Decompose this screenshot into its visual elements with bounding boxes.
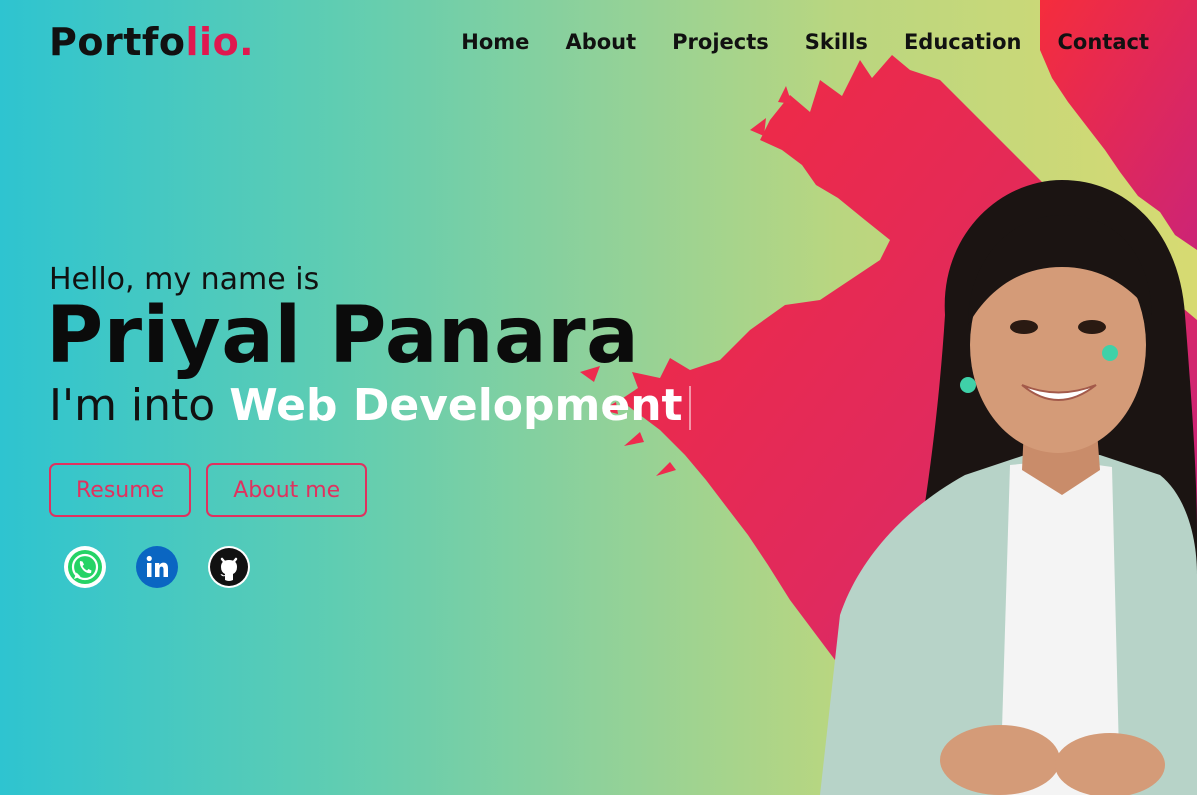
hero-section: Hello, my name is Priyal Panara I'm into… <box>46 262 691 589</box>
nav-about[interactable]: About <box>565 30 636 54</box>
nav-home[interactable]: Home <box>461 30 529 54</box>
brand-text: Portfo <box>49 20 186 64</box>
nav-menu: Home About Projects Skills Education Con… <box>461 30 1149 54</box>
nav-education[interactable]: Education <box>904 30 1022 54</box>
github-icon <box>208 546 250 589</box>
brand-text-accent: lio. <box>185 20 255 64</box>
tagline-prefix: I'm into <box>49 380 230 432</box>
brand-logo[interactable]: Portfolio. <box>49 20 254 64</box>
eye-right <box>1078 320 1106 334</box>
hero-tagline: I'm into Web Development <box>49 380 691 433</box>
linkedin-icon <box>136 546 178 589</box>
earring-left <box>960 377 976 393</box>
hero-buttons: Resume About me <box>49 463 691 518</box>
nav-contact[interactable]: Contact <box>1058 30 1150 54</box>
page: Portfolio. Home About Projects Skills Ed… <box>0 0 1197 795</box>
whatsapp-icon <box>64 546 106 589</box>
resume-button[interactable]: Resume <box>49 463 192 518</box>
social-links <box>63 545 691 589</box>
nav-skills[interactable]: Skills <box>805 30 868 54</box>
about-me-button[interactable]: About me <box>206 463 368 518</box>
typing-caret <box>688 386 691 431</box>
profile-portrait <box>820 180 1197 795</box>
navbar: Portfolio. Home About Projects Skills Ed… <box>0 0 1197 88</box>
hero-name: Priyal Panara <box>46 291 640 381</box>
whatsapp-link[interactable] <box>63 545 107 589</box>
linkedin-link[interactable] <box>135 545 179 589</box>
nav-projects[interactable]: Projects <box>672 30 769 54</box>
github-link[interactable] <box>207 545 251 589</box>
hand-left <box>940 725 1060 795</box>
hand-right <box>1055 733 1165 795</box>
eye-left <box>1010 320 1038 334</box>
tagline-highlight: Web Development <box>229 380 683 432</box>
earring-right <box>1102 345 1118 361</box>
